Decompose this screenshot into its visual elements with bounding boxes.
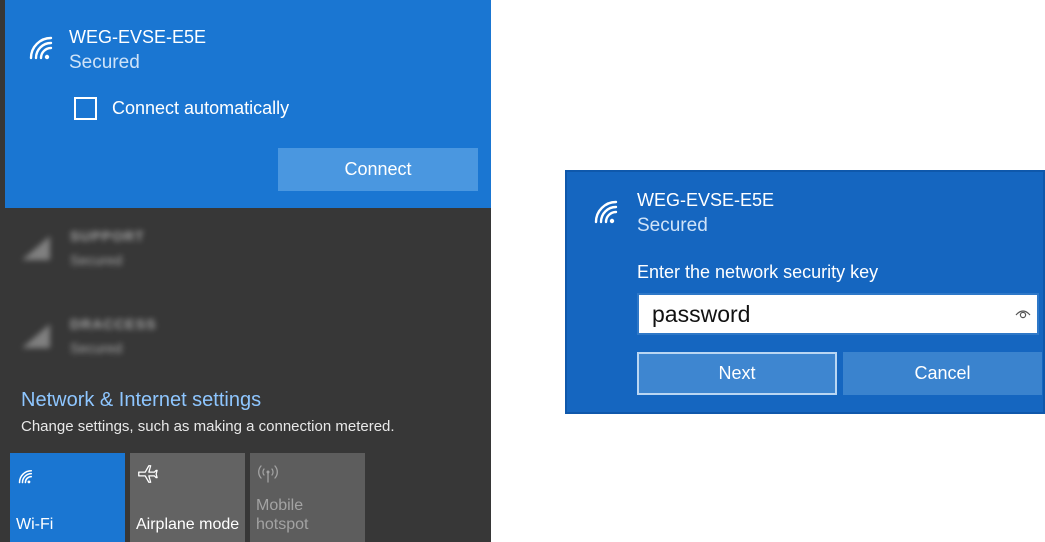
network-name: WEG-EVSE-E5E [637, 190, 775, 210]
network-name: DRACCESS [70, 316, 157, 332]
network-name: SUPPORT [70, 228, 145, 244]
wifi-icon [22, 236, 50, 260]
tile-label: Wi-Fi [16, 516, 54, 533]
hotspot-icon [258, 465, 278, 483]
network-list-item[interactable]: DRACCESS Secured [20, 316, 220, 366]
network-settings-description: Change settings, such as making a connec… [21, 418, 395, 435]
network-name: WEG-EVSE-E5E [69, 27, 207, 47]
network-flyout: WEG-EVSE-E5E Secured Connect automatical… [0, 0, 491, 542]
selected-network-panel[interactable]: WEG-EVSE-E5E Secured Connect automatical… [5, 0, 491, 208]
eye-icon[interactable] [1015, 306, 1031, 320]
network-status: Secured [69, 52, 140, 73]
wifi-icon [29, 36, 53, 60]
connect-automatically-checkbox[interactable] [74, 97, 97, 120]
tile-label: Mobile hotspot [256, 497, 309, 533]
connect-automatically-label[interactable]: Connect automatically [112, 98, 289, 119]
security-key-value[interactable]: password [652, 301, 750, 328]
airplane-mode-tile[interactable]: Airplane mode [130, 453, 245, 542]
network-status: Secured [70, 340, 123, 356]
connect-button[interactable]: Connect [278, 148, 478, 191]
network-settings-link[interactable]: Network & Internet settings [21, 389, 261, 412]
next-button[interactable]: Next [637, 352, 837, 395]
wifi-icon [18, 469, 33, 484]
wifi-toggle-tile[interactable]: Wi-Fi [10, 453, 125, 542]
wifi-icon [594, 200, 618, 224]
network-list-item[interactable]: SUPPORT Secured [20, 228, 220, 278]
security-key-input[interactable]: password [637, 293, 1039, 335]
network-status: Secured [70, 252, 123, 268]
network-status: Secured [637, 215, 708, 236]
airplane-icon [138, 465, 158, 483]
security-key-dialog: WEG-EVSE-E5E Secured Enter the network s… [565, 170, 1045, 414]
cancel-button[interactable]: Cancel [843, 352, 1042, 395]
wifi-icon [22, 324, 50, 348]
security-key-label: Enter the network security key [637, 262, 879, 282]
mobile-hotspot-tile[interactable]: Mobile hotspot [250, 453, 365, 542]
tile-label: Airplane mode [136, 516, 240, 533]
